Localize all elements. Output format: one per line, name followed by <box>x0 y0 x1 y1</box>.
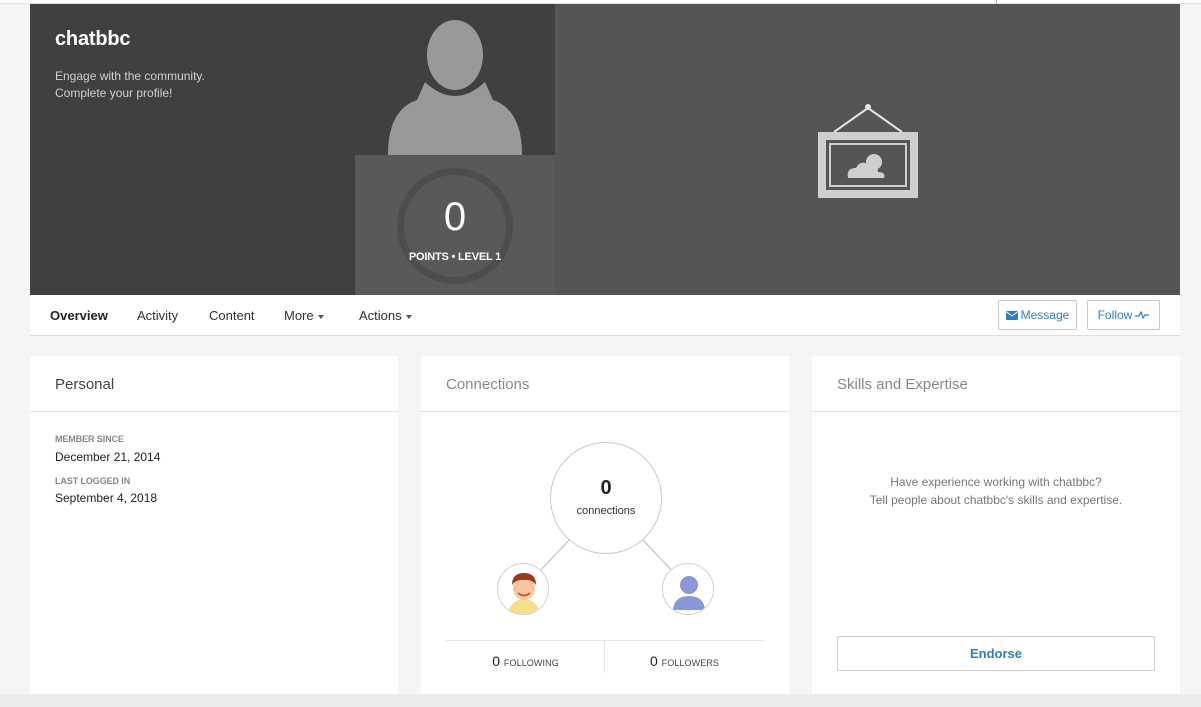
points-level-label: POINTS • LEVEL 1 <box>408 251 502 263</box>
connection-stats: 0 FOLLOWING 0 FOLLOWERS <box>446 640 764 673</box>
pulse-icon <box>1135 311 1150 319</box>
tab-overview[interactable]: Overview <box>50 308 108 323</box>
followers-label: FOLLOWERS <box>661 658 720 668</box>
follow-label: Follow <box>1097 308 1133 322</box>
follow-button[interactable]: Follow <box>1087 300 1160 330</box>
last-logged-value: September 4, 2018 <box>55 491 158 505</box>
message-button[interactable]: Message <box>998 300 1077 330</box>
followers-stat[interactable]: 0 FOLLOWERS <box>605 653 764 669</box>
last-logged-label: LAST LOGGED IN <box>55 476 131 486</box>
connections-card: Connections 0 connections 0 FOLLOWING 0 <box>421 356 789 694</box>
profile-nav: Overview Activity Content More Actions M… <box>30 295 1180 336</box>
tab-content[interactable]: Content <box>209 308 255 323</box>
profile-tagline[interactable]: Engage with the community. Complete your… <box>55 68 205 102</box>
message-label: Message <box>1020 308 1070 322</box>
tab-activity[interactable]: Activity <box>137 308 178 323</box>
member-since-label: MEMBER SINCE <box>55 434 124 444</box>
connections-label: connections <box>576 505 636 517</box>
connections-count: 0 <box>600 477 612 499</box>
personal-card: Personal MEMBER SINCE December 21, 2014 … <box>30 356 398 694</box>
endorse-button[interactable]: Endorse <box>837 636 1155 671</box>
skills-prompt-line-2: Tell people about chatbbc's skills and e… <box>869 493 1123 507</box>
skills-prompt: Have experience working with chatbbc? Te… <box>812 473 1180 509</box>
page-footer-band <box>0 694 1201 707</box>
envelope-icon <box>1005 310 1018 320</box>
skills-card: Skills and Expertise Have experience wor… <box>812 356 1180 694</box>
tab-actions-label: Actions <box>359 308 402 323</box>
tagline-line-1: Engage with the community. <box>55 69 205 83</box>
profile-banner-left: chatbbc Engage with the community. Compl… <box>30 4 555 295</box>
tagline-line-2: Complete your profile! <box>55 86 173 100</box>
person-silhouette-icon[interactable] <box>385 18 525 158</box>
following-avatar-icon[interactable] <box>497 563 549 615</box>
skills-title: Skills and Expertise <box>812 356 1180 412</box>
tab-more-label: More <box>284 308 314 323</box>
profile-username: chatbbc <box>55 28 131 50</box>
chevron-down-icon <box>317 314 324 319</box>
points-value: 0 <box>443 195 467 239</box>
tab-more[interactable]: More <box>284 308 324 323</box>
profile-banner: chatbbc Engage with the community. Compl… <box>30 4 1180 295</box>
connections-circle[interactable]: 0 connections <box>550 442 662 554</box>
followers-count: 0 <box>649 653 658 669</box>
following-label: FOLLOWING <box>503 658 559 668</box>
points-panel: 0 POINTS • LEVEL 1 <box>355 155 555 295</box>
follower-avatar-icon[interactable] <box>662 563 714 615</box>
skills-prompt-line-1: Have experience working with chatbbc? <box>890 475 1102 489</box>
chevron-down-icon <box>405 314 412 319</box>
following-count: 0 <box>492 653 500 669</box>
tab-actions[interactable]: Actions <box>359 308 412 323</box>
following-stat[interactable]: 0 FOLLOWING <box>446 653 605 669</box>
member-since-value: December 21, 2014 <box>55 450 161 464</box>
framed-picture-icon[interactable] <box>816 102 920 200</box>
personal-title: Personal <box>30 356 398 412</box>
